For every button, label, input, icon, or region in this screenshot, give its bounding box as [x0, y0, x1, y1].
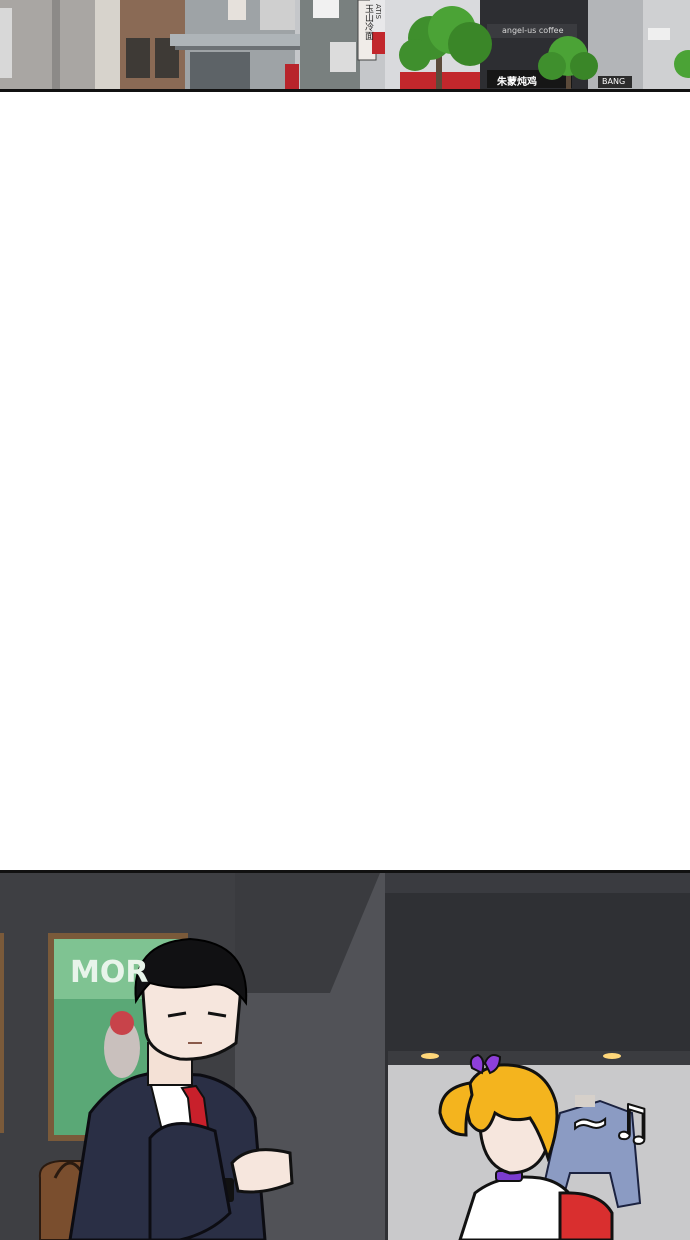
restaurant-sign: 朱蒙炖鸡 — [497, 77, 537, 88]
atis-sign: ATIS — [374, 4, 382, 20]
panel-gutter — [0, 92, 690, 872]
street-scene-panel: 朱蒙炖鸡 angel-us coffee BANG 玉山冷面 ATIS — [0, 0, 690, 92]
shop-interior-panel: MOR ~♫ — [0, 870, 690, 1240]
music-note-sfx: ~♫ — [569, 1094, 654, 1152]
street-buildings-illustration — [0, 0, 690, 89]
bang-sign: BANG — [602, 77, 626, 86]
shop-interior-illustration — [0, 873, 690, 1240]
cafe-sign: angel-us coffee — [502, 26, 564, 35]
poster-title: MOR — [70, 955, 149, 990]
